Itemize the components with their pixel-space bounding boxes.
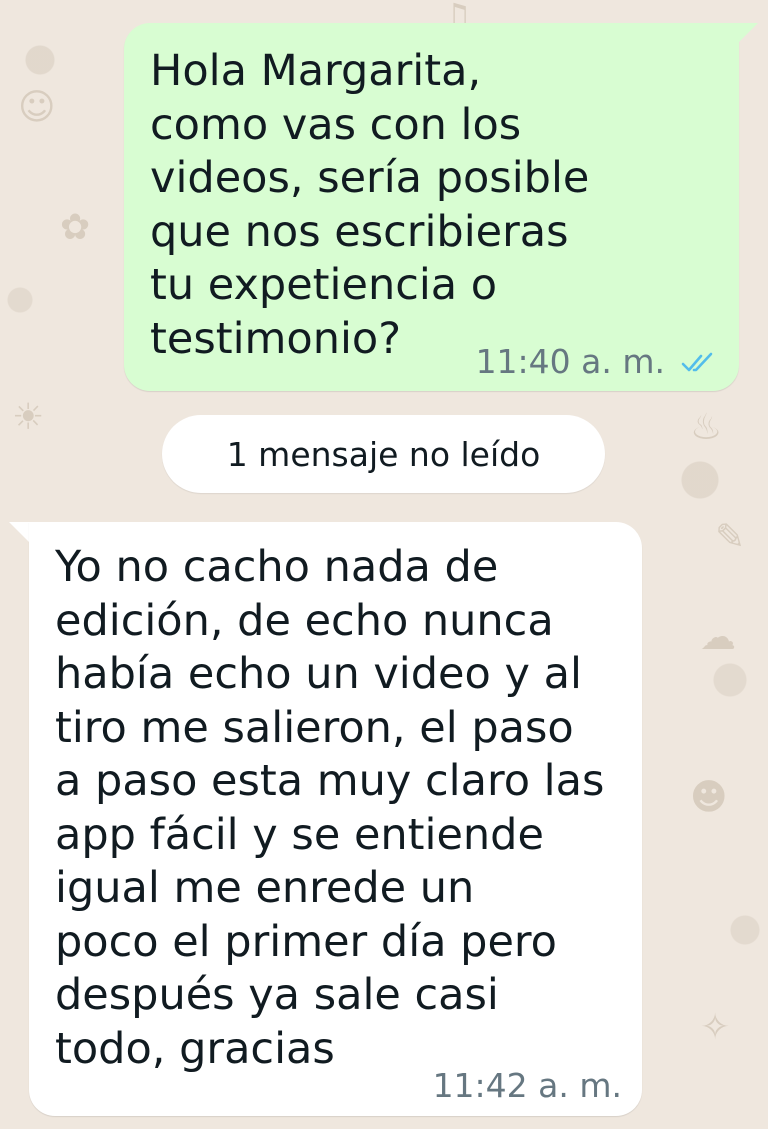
incoming-bubble-tail	[9, 522, 31, 544]
wallpaper-doodle-icon: ✧	[700, 1007, 731, 1048]
incoming-message-time: 11:42 a. m.	[432, 1066, 622, 1105]
outgoing-message-text: Hola Margarita, como vas con los videos,…	[150, 46, 590, 364]
wallpaper-doodle-icon: ☁	[700, 617, 736, 658]
outgoing-bubble-tail	[736, 23, 758, 45]
outgoing-message-time: 11:40 a. m.	[475, 342, 665, 381]
unread-messages-divider: 1 mensaje no leído	[162, 415, 605, 493]
wallpaper-doodle-icon: ☀	[12, 397, 45, 438]
double-check-read-icon	[681, 352, 713, 372]
wallpaper-doodle-icon: ♨	[690, 407, 723, 448]
chat-area[interactable]: ☺ ✿ ☀ ♨ ✎ ☁ ☻ ✧ ♫ Hola Margarita, como v…	[0, 0, 768, 1129]
wallpaper-doodle-icon: ☻	[690, 777, 728, 818]
wallpaper-doodle-icon: ✿	[60, 207, 91, 248]
unread-messages-label: 1 mensaje no leído	[226, 434, 541, 474]
incoming-message-bubble[interactable]: Yo no cacho nada de edición, de echo nun…	[29, 522, 642, 1116]
wallpaper-doodle-icon: ✎	[715, 517, 746, 558]
wallpaper-doodle-icon: ☺	[18, 87, 56, 128]
incoming-message-text: Yo no cacho nada de edición, de echo nun…	[55, 542, 605, 1074]
outgoing-message-bubble[interactable]: Hola Margarita, como vas con los videos,…	[124, 23, 739, 391]
